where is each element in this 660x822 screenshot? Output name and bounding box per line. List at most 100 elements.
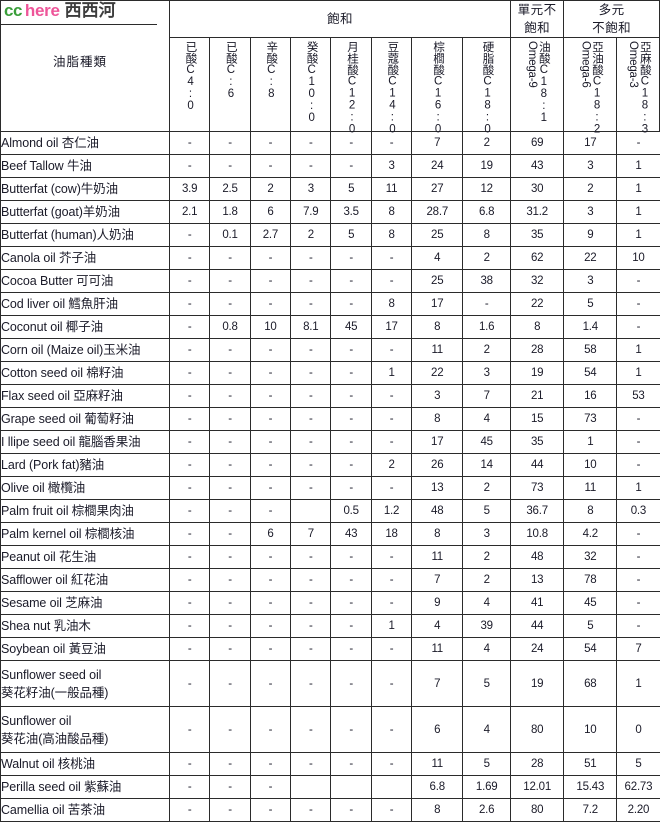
value-cell: 16 xyxy=(563,384,618,409)
value-cell: - xyxy=(209,476,251,501)
value-cell: 25 xyxy=(411,223,464,248)
value-cell: 6 xyxy=(411,706,464,754)
value-cell: - xyxy=(616,269,660,294)
value-cell: - xyxy=(330,292,372,317)
value-cell: 2.7 xyxy=(249,223,292,248)
value-cell: 26 xyxy=(411,453,464,478)
value-cell: - xyxy=(616,545,660,570)
group-header-mono-line2: 飽和 xyxy=(524,21,551,36)
value-cell: 8 xyxy=(411,798,464,822)
value-cell: - xyxy=(330,246,372,271)
value-cell: 6 xyxy=(249,522,292,547)
value-cell: 11 xyxy=(411,338,464,363)
value-cell: - xyxy=(209,407,251,432)
col-header-c18-2: 亞油酸C18:2 Omega-6 xyxy=(563,37,618,136)
oil-name-line1: Butterfat (goat)羊奶油 xyxy=(1,205,120,220)
oil-name-cell: Butterfat (human)人奶油 xyxy=(0,223,170,248)
value-cell: 10 xyxy=(563,706,618,754)
value-cell: 38 xyxy=(462,269,512,294)
value-cell: - xyxy=(168,384,211,409)
value-cell: 3 xyxy=(462,522,512,547)
value-cell: 8 xyxy=(370,292,413,317)
oil-name-cell: Sesame oil 芝麻油 xyxy=(0,591,170,616)
col-header-c18-1: 油酸C18:1 Omega-9 xyxy=(510,37,565,133)
value-cell: 10 xyxy=(563,453,618,478)
value-cell: 68 xyxy=(563,660,618,708)
value-cell: 54 xyxy=(563,361,618,386)
value-cell: 36.7 xyxy=(510,499,565,524)
value-cell: 12 xyxy=(462,177,512,202)
value-cell: 2 xyxy=(563,177,618,202)
col-header-c12-0-label: 月桂酸C12:0 xyxy=(346,41,359,136)
col-header-c4-0-label: 已酸C4:0 xyxy=(184,41,197,113)
value-cell: 48 xyxy=(510,545,565,570)
value-cell: 5 xyxy=(462,660,512,708)
col-header-c18-1-label: 油酸C18:1 xyxy=(537,41,550,125)
group-header-polyunsaturated: 多元 不飽和 xyxy=(563,0,660,39)
value-cell: 5 xyxy=(563,614,618,639)
oil-name-cell: Grape seed oil 葡萄籽油 xyxy=(0,407,170,432)
value-cell: 25 xyxy=(411,269,464,294)
oil-name-cell: Butterfat (goat)羊奶油 xyxy=(0,200,170,225)
value-cell: - xyxy=(249,545,292,570)
value-cell: - xyxy=(209,430,251,455)
value-cell: 80 xyxy=(510,798,565,822)
value-cell: - xyxy=(249,775,292,800)
value-cell: 2 xyxy=(370,453,413,478)
value-cell: 5 xyxy=(616,752,660,777)
table-row: Soybean oil 黃豆油 - - - - - -11 4 24 54 7 xyxy=(0,637,660,662)
value-cell: 3.9 xyxy=(168,177,211,202)
value-cell: 4 xyxy=(462,591,512,616)
value-cell: 1 xyxy=(616,476,660,501)
value-cell: - xyxy=(249,660,292,708)
table-row: Butterfat (human)人奶油 -0.1 2.7 2 5 8 25 8 35 9 1 xyxy=(0,223,660,248)
value-cell: 3 xyxy=(563,154,618,179)
oil-name-line1: Sesame oil 芝麻油 xyxy=(1,596,103,611)
value-cell: 2 xyxy=(290,223,332,248)
oil-name-line1: Flax seed oil 亞麻籽油 xyxy=(1,389,123,404)
value-cell: 53 xyxy=(616,384,660,409)
value-cell: 11 xyxy=(563,476,618,501)
value-cell: - xyxy=(330,545,372,570)
value-cell: 0.3 xyxy=(616,499,660,524)
col-header-c16-0-label: 棕櫚酸C16:0 xyxy=(432,41,445,136)
value-cell: 1 xyxy=(563,430,618,455)
table-row: Almond oil 杏仁油 - - - - - -7 2 69 17- xyxy=(0,131,660,156)
table-row: Palm kernel oil 棕櫚核油 - -6 7 43 18 8 3 10.8 4.2- xyxy=(0,522,660,547)
value-cell: - xyxy=(249,384,292,409)
table-row: Sunflower seed oil 葵花籽油(一般品種) - - - - - -7 5 19 68… xyxy=(0,660,660,708)
oil-name-cell: Butterfat (cow)牛奶油 xyxy=(0,177,170,202)
value-cell: - xyxy=(168,706,211,754)
table-row: Corn oil (Maize oil)玉米油 - - - - - -11 2 28 58 1 xyxy=(0,338,660,363)
value-cell: - xyxy=(370,591,413,616)
value-cell: - xyxy=(209,292,251,317)
value-cell: - xyxy=(209,752,251,777)
value-cell: 48 xyxy=(411,499,464,524)
value-cell: 10.8 xyxy=(510,522,565,547)
col-header-c6-label: 已酸C:6 xyxy=(224,41,237,101)
value-cell: - xyxy=(370,545,413,570)
value-cell: - xyxy=(290,430,332,455)
oil-name-line1: Walnut oil 核桃油 xyxy=(1,757,95,772)
table-row: Flax seed oil 亞麻籽油 - - - - - -3 7 21 16 53 xyxy=(0,384,660,409)
value-cell: 4 xyxy=(462,637,512,662)
value-cell: 1.8 xyxy=(209,200,251,225)
table-row: Sesame oil 芝麻油 - - - - - -9 4 41 45- xyxy=(0,591,660,616)
value-cell: - xyxy=(249,453,292,478)
row-label-header: 油脂種類 xyxy=(52,55,107,69)
value-cell: 2 xyxy=(462,476,512,501)
value-cell: - xyxy=(249,706,292,754)
value-cell: - xyxy=(209,338,251,363)
value-cell: - xyxy=(290,614,332,639)
value-cell: 19 xyxy=(462,154,512,179)
value-cell: - xyxy=(290,246,332,271)
oil-name-cell: Cod liver oil 鱈魚肝油 xyxy=(0,292,170,317)
value-cell: - xyxy=(209,706,251,754)
value-cell: 2.5 xyxy=(209,177,251,202)
value-cell: - xyxy=(209,614,251,639)
value-cell: - xyxy=(249,131,292,156)
value-cell: 19 xyxy=(510,660,565,708)
value-cell: 39 xyxy=(462,614,512,639)
value-cell: - xyxy=(370,568,413,593)
value-cell: - xyxy=(616,315,660,340)
